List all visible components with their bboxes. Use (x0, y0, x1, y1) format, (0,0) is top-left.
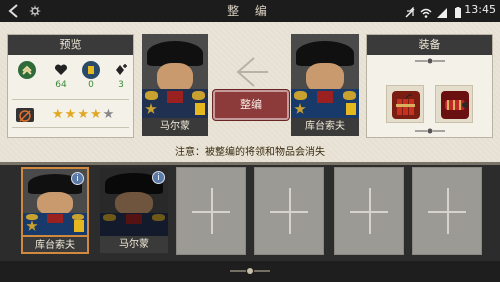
star-rating: ★★★★★ (52, 107, 115, 122)
bicorne-hat (296, 40, 354, 66)
ornament-icon (415, 128, 445, 134)
nation-flag-icon (74, 220, 84, 232)
info-icon[interactable]: i (71, 172, 84, 185)
flag-stat: 0 (80, 61, 102, 93)
clock: 13:45 (464, 3, 496, 16)
attack-value: 3 (118, 80, 124, 90)
empty-roster-slot[interactable] (176, 167, 246, 255)
right-general-name: 库台索夫 (291, 118, 359, 136)
epaulette (192, 91, 206, 100)
reorganize-area: 预览 64 0 3 ★★★★★ 马尔蒙 整编 库台索夫 装备 注意：被整编的将领… (0, 22, 500, 162)
left-general-name: 马尔蒙 (142, 118, 208, 136)
reorganize-button[interactable]: 整编 (213, 90, 289, 120)
equipment-panel: 装备 (366, 34, 493, 138)
system-icons (404, 4, 464, 18)
star-filled-icon: ★ (52, 107, 65, 122)
epaulette (102, 214, 117, 222)
roster-general-name: 库台索夫 (21, 237, 89, 254)
epaulette (144, 91, 158, 100)
equipment-slot[interactable] (386, 85, 424, 123)
preview-header: 预览 (8, 35, 133, 55)
empty-roster-slot[interactable] (412, 167, 482, 255)
ornament-icon (415, 58, 445, 64)
epaulette (342, 91, 357, 100)
status-bar: 整 编 13:45 (0, 0, 500, 22)
roster-general-name: 马尔蒙 (100, 236, 168, 253)
heart-icon (52, 61, 70, 79)
dynamite-icon (392, 91, 420, 119)
footer-bar (0, 261, 500, 282)
empty-roster-slot[interactable] (254, 167, 324, 255)
roster-general-card[interactable]: i (21, 167, 89, 237)
mute-icon (404, 4, 416, 18)
star-empty-icon: ★ (102, 107, 116, 122)
epaulette (293, 91, 308, 100)
spade-plus-icon (112, 61, 130, 79)
nation-flag-icon (346, 103, 356, 115)
right-general-portrait[interactable] (291, 34, 359, 118)
warning-note: 注意：被整编的将领和物品会消失 (175, 147, 325, 158)
empty-roster-slot[interactable] (334, 167, 404, 255)
flag-value: 0 (88, 80, 94, 90)
rank-stat (16, 61, 38, 93)
bicorne-hat (147, 40, 203, 66)
divider (12, 127, 129, 128)
arrow-left-icon (236, 57, 268, 87)
collar (167, 91, 183, 103)
equipment-slot[interactable] (435, 85, 473, 123)
collar (47, 213, 63, 224)
left-general-portrait[interactable] (142, 34, 208, 118)
health-value: 64 (55, 80, 67, 90)
nation-flag-icon (195, 103, 205, 115)
battery-icon (452, 4, 464, 18)
star-filled-icon: ★ (89, 107, 103, 122)
wifi-icon (420, 4, 432, 18)
signal-icon (436, 4, 448, 18)
divider (12, 99, 129, 100)
cannon-icon (441, 91, 469, 119)
collar (316, 91, 334, 103)
epaulette (151, 214, 166, 222)
rank-chevron-icon (18, 61, 36, 79)
collar (125, 214, 143, 224)
preview-stats: 64 0 3 (14, 61, 130, 93)
attack-stat: 3 (110, 61, 132, 93)
star-filled-icon: ★ (77, 107, 90, 122)
info-icon[interactable]: i (152, 171, 165, 184)
equipment-header: 装备 (367, 35, 492, 55)
flag-icon (82, 61, 100, 79)
health-stat: 64 (50, 61, 72, 93)
no-fire-icon (16, 108, 34, 122)
preview-panel: 预览 64 0 3 ★★★★★ (7, 34, 134, 138)
star-filled-icon: ★ (64, 107, 78, 122)
ornament-icon (230, 268, 270, 274)
